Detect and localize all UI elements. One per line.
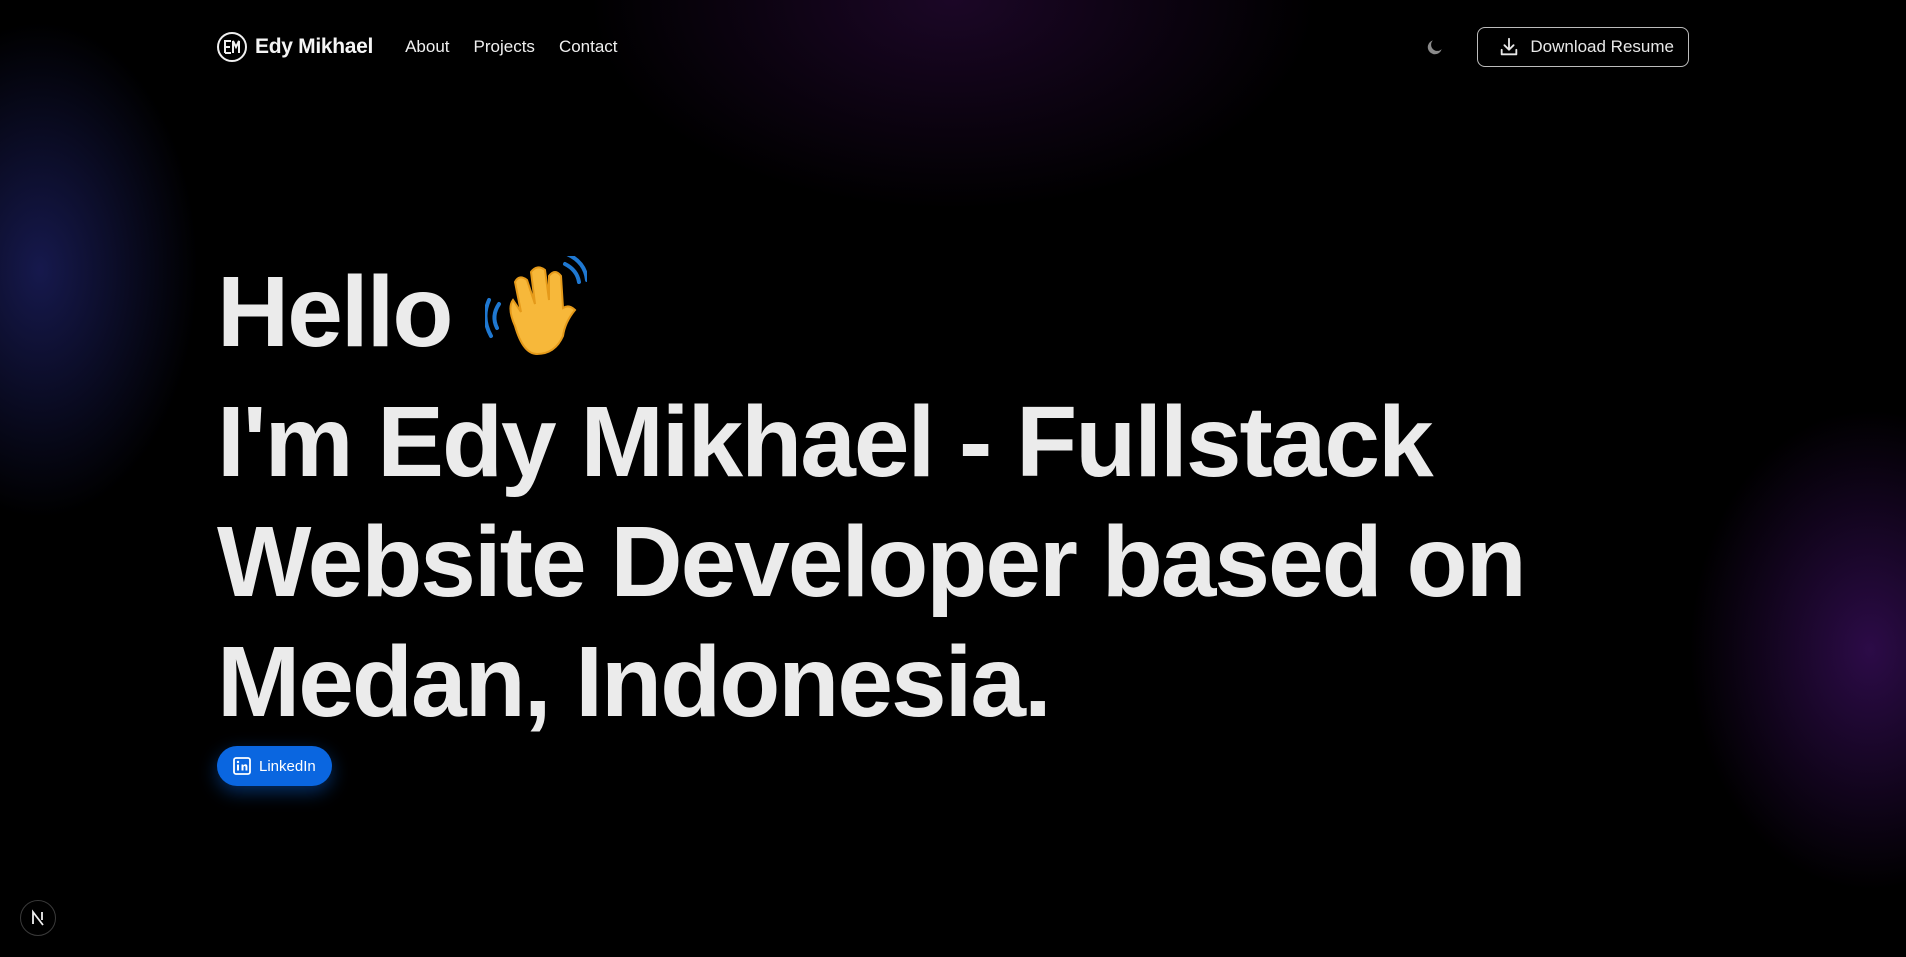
brand-home-link[interactable]: Edy Mikhael <box>217 32 373 62</box>
download-icon <box>1501 37 1518 56</box>
brand-name: Edy Mikhael <box>255 35 374 58</box>
hero-line-1: I'm Edy Mikhael - Fullstack <box>217 386 1434 498</box>
waving-hand-icon <box>483 252 590 382</box>
nextjs-icon <box>32 909 44 926</box>
linkedin-icon <box>233 757 251 775</box>
hero-heading: Hello I'm Edy Mikhael - Fullstack Websit… <box>217 252 1537 742</box>
nav-link-projects[interactable]: Projects <box>474 37 535 57</box>
nav-link-about[interactable]: About <box>405 37 449 57</box>
download-resume-label: Download Resume <box>1530 37 1674 56</box>
hero-greeting: Hello <box>217 256 453 368</box>
hero-line-3: Medan, Indonesia. <box>217 626 1052 738</box>
linkedin-button[interactable]: LinkedIn <box>217 746 332 786</box>
download-resume-button[interactable]: Download Resume <box>1477 27 1689 67</box>
page: Edy Mikhael About Projects Contact Downl… <box>0 0 1906 957</box>
em-monogram-logo-icon <box>217 32 247 62</box>
linkedin-label: LinkedIn <box>259 757 316 775</box>
top-navigation: Edy Mikhael About Projects Contact Downl… <box>217 27 1689 67</box>
nextjs-dev-badge[interactable] <box>20 900 56 936</box>
nav-links: About Projects Contact <box>405 37 617 57</box>
nav-link-contact[interactable]: Contact <box>559 37 618 57</box>
theme-toggle-button[interactable] <box>1419 31 1451 63</box>
moon-icon <box>1428 40 1443 55</box>
hero-line-2: Website Developer based on <box>217 506 1527 618</box>
hero-greeting-line: Hello <box>217 252 1537 382</box>
